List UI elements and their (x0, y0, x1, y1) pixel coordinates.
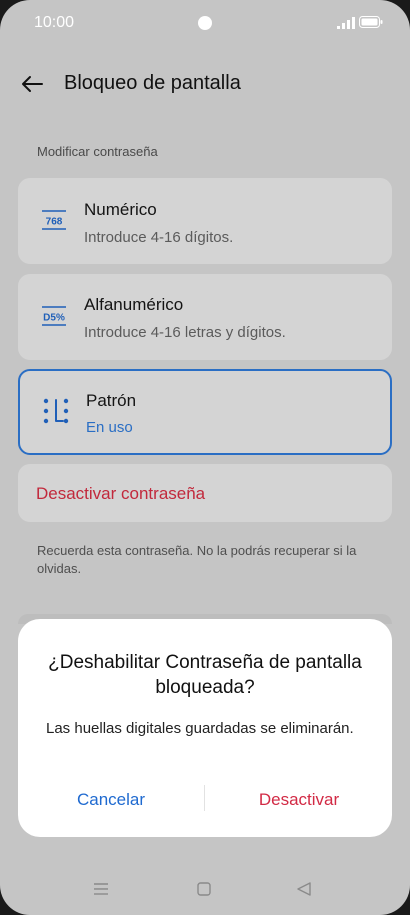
alphanumeric-icon: D5% (40, 302, 68, 330)
option-numeric[interactable]: 768 Numérico Introduce 4-16 dígitos. (18, 178, 392, 264)
back-arrow-icon (22, 76, 43, 92)
password-note: Recuerda esta contraseña. No la podrás r… (37, 543, 357, 576)
cancel-button[interactable]: Cancelar (58, 785, 164, 815)
svg-text:768: 768 (46, 217, 63, 228)
dialog-message: Las huellas digitales guardadas se elimi… (46, 720, 354, 737)
page-title: Bloqueo de pantalla (64, 72, 241, 94)
confirm-deactivate-button[interactable]: Desactivar (242, 785, 356, 815)
recent-apps-icon[interactable] (93, 882, 109, 896)
deactivate-password-label: Desactivar contraseña (36, 484, 206, 503)
status-time: 10:00 (34, 14, 75, 31)
option-alphanumeric-subtitle: Introduce 4-16 letras y dígitos. (84, 324, 286, 341)
option-pattern[interactable]: Patrón En uso (18, 369, 392, 455)
svg-text:D5%: D5% (43, 313, 65, 324)
numeric-icon: 768 (40, 206, 68, 234)
back-button[interactable] (14, 66, 50, 102)
option-pattern-status: En uso (86, 419, 133, 436)
nav-back-icon[interactable] (296, 881, 312, 897)
signal-icon (337, 17, 355, 29)
dialog-button-divider (204, 785, 205, 811)
phone-screen: 10:00 Bloqueo de pantalla Modificar cont… (0, 0, 410, 915)
option-alphanumeric-title: Alfanumérico (84, 295, 184, 314)
option-numeric-subtitle: Introduce 4-16 dígitos. (84, 229, 234, 246)
navigation-bar (0, 866, 410, 912)
option-numeric-title: Numérico (84, 200, 157, 219)
status-bar: 10:00 (0, 0, 410, 46)
camera-cutout (198, 16, 212, 30)
dialog-title: ¿Deshabilitar Contraseña de pantalla blo… (48, 652, 362, 698)
confirm-dialog: ¿Deshabilitar Contraseña de pantalla blo… (18, 619, 392, 837)
option-pattern-title: Patrón (86, 391, 137, 410)
deactivate-password-button[interactable]: Desactivar contraseña (18, 464, 392, 522)
pattern-icon (42, 397, 70, 425)
battery-icon (359, 16, 383, 28)
home-icon[interactable] (197, 882, 211, 896)
section-label: Modificar contraseña (37, 144, 158, 159)
option-alphanumeric[interactable]: D5% Alfanumérico Introduce 4-16 letras y… (18, 274, 392, 360)
